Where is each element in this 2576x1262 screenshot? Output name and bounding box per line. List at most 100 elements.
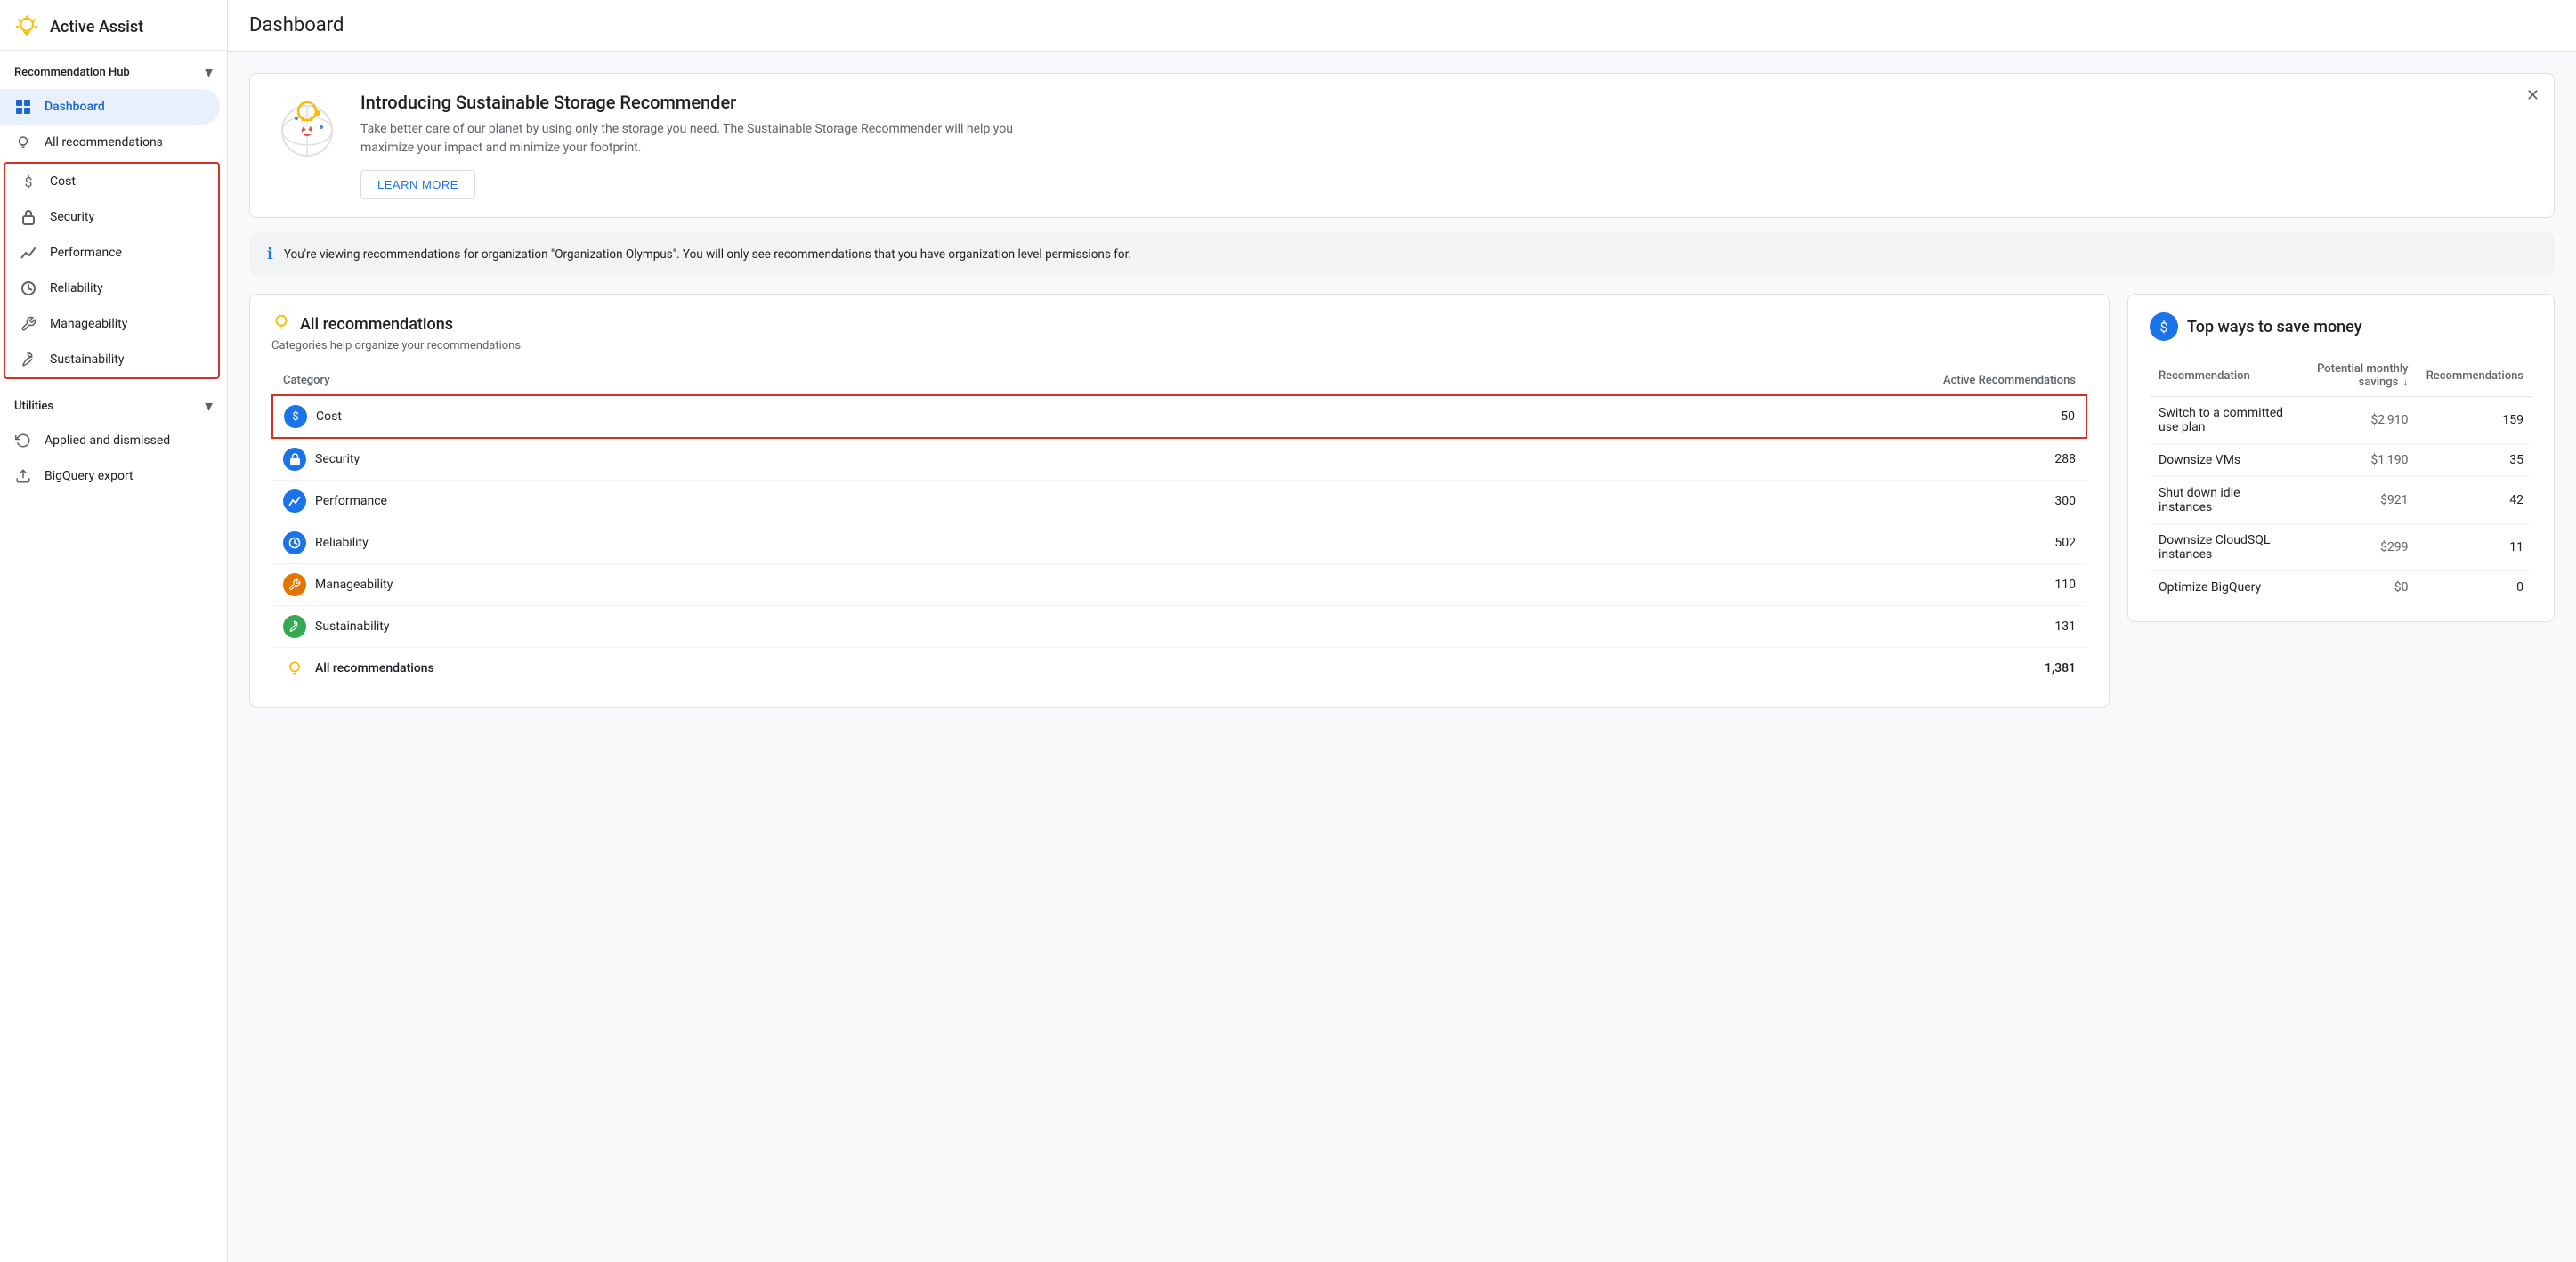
hub-chevron: ▾ <box>205 63 213 82</box>
category-cell-manageability[interactable]: Manageability <box>272 564 1231 606</box>
cost-cat-icon: $ <box>284 405 307 428</box>
savings-count-2: 35 <box>2418 444 2532 477</box>
utilities-header[interactable]: Utilities ▾ <box>0 384 227 423</box>
sidebar-item-cost[interactable]: $ Cost <box>5 164 211 199</box>
banner-title: Introducing Sustainable Storage Recommen… <box>360 92 2532 113</box>
all-reco-card-icon <box>271 312 291 336</box>
category-cell-sustainability[interactable]: Sustainability <box>272 606 1231 648</box>
dollar-icon: $ <box>20 173 37 190</box>
category-cell-cost[interactable]: $ Cost <box>272 395 1231 438</box>
clock-icon <box>20 279 37 297</box>
cost-label: Cost <box>50 174 76 189</box>
main-content: Dashboard <box>228 0 2576 1262</box>
reliability-label: Reliability <box>50 281 103 295</box>
banner-icon <box>271 92 343 163</box>
count-cell-reliability: 502 <box>1231 522 2086 564</box>
all-cat-icon <box>283 657 306 680</box>
sidebar-item-all-recommendations[interactable]: All recommendations <box>0 125 220 160</box>
table-row[interactable]: $ Cost 50 <box>272 395 2086 438</box>
savings-amount-4: $299 <box>2302 524 2417 571</box>
count-cell-security: 288 <box>1231 438 2086 481</box>
categories-group: $ Cost Security Performance <box>4 162 220 379</box>
savings-label-1: Switch to a committed use plan <box>2150 397 2302 444</box>
manageability-cat-icon <box>283 573 306 596</box>
savings-row[interactable]: Downsize VMs $1,190 35 <box>2150 444 2532 477</box>
performance-cat-icon <box>283 489 306 513</box>
table-row[interactable]: Sustainability 131 <box>272 606 2086 648</box>
banner-close-button[interactable]: ✕ <box>2526 86 2540 105</box>
savings-card: $ Top ways to save money Recommendation … <box>2127 294 2555 622</box>
category-cell-reliability[interactable]: Reliability <box>272 522 1231 564</box>
count-cell-all: 1,381 <box>1231 648 2086 690</box>
savings-label-2: Downsize VMs <box>2150 444 2302 477</box>
sidebar-item-manageability[interactable]: Manageability <box>5 306 211 342</box>
category-cell-security[interactable]: Security <box>272 438 1231 481</box>
savings-card-title: Top ways to save money <box>2187 318 2362 336</box>
category-cell-all[interactable]: All recommendations <box>272 648 1231 690</box>
page-header: Dashboard <box>228 0 2576 52</box>
sidebar-item-dashboard[interactable]: Dashboard <box>0 89 220 125</box>
page-title: Dashboard <box>249 14 344 36</box>
lock-icon <box>20 208 37 226</box>
banner-description: Take better care of our planet by using … <box>360 120 1055 158</box>
recommendations-column: All recommendations Categories help orga… <box>249 294 2110 708</box>
savings-amount-2: $1,190 <box>2302 444 2417 477</box>
savings-count-1: 159 <box>2418 397 2532 444</box>
savings-amount-5: $0 <box>2302 571 2417 604</box>
info-text: You're viewing recommendations for organ… <box>284 247 1131 262</box>
table-row[interactable]: Reliability 502 <box>272 522 2086 564</box>
sidebar-item-reliability[interactable]: Reliability <box>5 271 211 306</box>
savings-amount-3: $921 <box>2302 477 2417 524</box>
wrench-icon <box>20 315 37 333</box>
recommendation-hub-section[interactable]: Recommendation Hub ▾ <box>0 51 227 89</box>
leaf-icon <box>20 351 37 368</box>
sidebar-item-bigquery-export[interactable]: BigQuery export <box>0 458 220 494</box>
app-header: Active Assist <box>0 0 227 51</box>
col-active-header: Active Recommendations <box>1231 367 2086 395</box>
dashboard-label: Dashboard <box>45 100 105 114</box>
savings-amount-1: $2,910 <box>2302 397 2417 444</box>
card-subtitle: Categories help organize your recommenda… <box>271 339 2087 352</box>
sidebar-item-security[interactable]: Security <box>5 199 211 235</box>
col-category-header: Category <box>272 367 1231 395</box>
learn-more-button[interactable]: LEARN MORE <box>360 170 475 199</box>
sidebar-item-applied-dismissed[interactable]: Applied and dismissed <box>0 423 220 458</box>
savings-label-5: Optimize BigQuery <box>2150 571 2302 604</box>
history-icon <box>14 432 32 449</box>
savings-col-savings: Potential monthly savings ↓ <box>2302 355 2417 397</box>
applied-dismissed-label: Applied and dismissed <box>45 433 170 448</box>
category-cell-performance[interactable]: Performance <box>272 481 1231 522</box>
savings-row[interactable]: Downsize CloudSQL instances $299 11 <box>2150 524 2532 571</box>
count-cell-manageability: 110 <box>1231 564 2086 606</box>
savings-count-3: 42 <box>2418 477 2532 524</box>
savings-row[interactable]: Shut down idle instances $921 42 <box>2150 477 2532 524</box>
main-body: Introducing Sustainable Storage Recommen… <box>228 52 2576 1262</box>
sustainability-label: Sustainability <box>50 352 124 367</box>
sidebar-item-sustainability[interactable]: Sustainability <box>5 342 211 377</box>
savings-column: $ Top ways to save money Recommendation … <box>2127 294 2555 708</box>
table-row-all[interactable]: All recommendations 1,381 <box>272 648 2086 690</box>
security-cat-icon <box>283 448 306 471</box>
sidebar: Active Assist Recommendation Hub ▾ Dashb… <box>0 0 228 1262</box>
sustainability-cat-icon <box>283 615 306 638</box>
all-reco-label: All recommendations <box>45 135 163 150</box>
table-row[interactable]: Manageability 110 <box>272 564 2086 606</box>
savings-title-row: $ Top ways to save money <box>2150 312 2532 341</box>
upload-icon <box>14 467 32 485</box>
count-cell-performance: 300 <box>1231 481 2086 522</box>
table-row[interactable]: Security 288 <box>272 438 2086 481</box>
savings-row[interactable]: Optimize BigQuery $0 0 <box>2150 571 2532 604</box>
trending-icon <box>20 244 37 262</box>
count-cell-sustainability: 131 <box>1231 606 2086 648</box>
sort-icon: ↓ <box>2403 376 2409 388</box>
performance-label: Performance <box>50 246 122 260</box>
recommendations-table: Category Active Recommendations $ Cos <box>271 367 2087 689</box>
sidebar-item-performance[interactable]: Performance <box>5 235 211 271</box>
info-icon: ℹ <box>267 245 273 263</box>
savings-count-5: 0 <box>2418 571 2532 604</box>
reliability-cat-icon <box>283 531 306 554</box>
utilities-chevron: ▾ <box>205 397 213 416</box>
table-row[interactable]: Performance 300 <box>272 481 2086 522</box>
grid-icon <box>14 98 32 116</box>
savings-row[interactable]: Switch to a committed use plan $2,910 15… <box>2150 397 2532 444</box>
